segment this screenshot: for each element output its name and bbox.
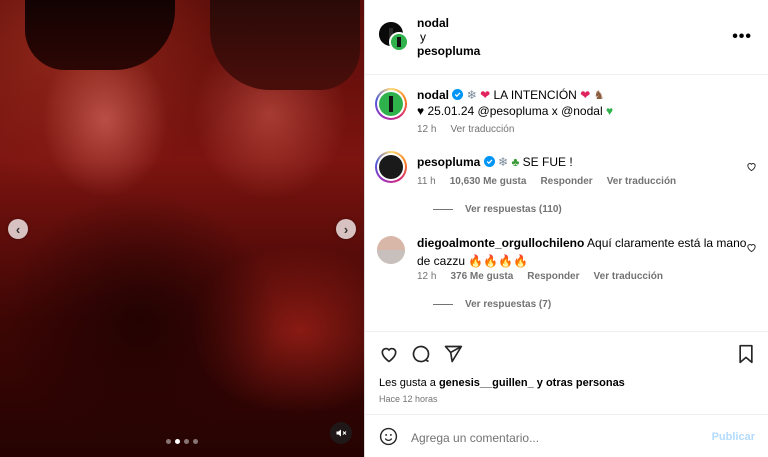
- fire-emoji-icon: 🔥🔥🔥🔥: [468, 254, 529, 268]
- like-heart-icon[interactable]: [379, 344, 399, 364]
- avatar-caption[interactable]: [375, 88, 407, 120]
- reply-button[interactable]: Responder: [540, 176, 592, 187]
- chevron-left-icon: ‹: [15, 221, 21, 237]
- carousel-indicator: [166, 439, 198, 444]
- author-joiner: y: [420, 30, 426, 44]
- post-details-panel: nodal y pesopluma ••• nodal ❄ ❤ LA INTEN…: [364, 0, 768, 457]
- green-heart-emoji-icon: ♥: [605, 104, 614, 118]
- view-replies-button[interactable]: Ver respuestas (7): [433, 299, 551, 310]
- comment-composer: Agrega un comentario... Publicar: [365, 414, 768, 457]
- carousel-prev-button[interactable]: ‹: [8, 219, 28, 239]
- comments-list[interactable]: nodal ❄ ❤ LA INTENCIÓN ❤ ♞ ♥ 25.01.24 @p…: [365, 76, 768, 331]
- likes-user-link[interactable]: genesis__guillen_: [439, 377, 534, 389]
- view-replies-label: Ver respuestas (110): [465, 204, 562, 215]
- like-comment-heart-icon[interactable]: [746, 242, 757, 253]
- share-icon[interactable]: [443, 344, 463, 364]
- photo-subject-left: [25, 0, 175, 70]
- snowflake-emoji-icon: ❄: [466, 88, 477, 102]
- verified-badge-icon: [452, 89, 464, 100]
- caption-line2: 25.01.24 @pesopluma x @nodal: [427, 104, 603, 118]
- post-comment-button[interactable]: Publicar: [712, 431, 755, 443]
- translate-link[interactable]: Ver traducción: [607, 176, 676, 187]
- reply-button[interactable]: Responder: [527, 271, 579, 282]
- comment-time[interactable]: 12 h: [417, 271, 436, 282]
- post-timestamp[interactable]: Hace 12 horas: [379, 394, 438, 404]
- comment-icon[interactable]: [411, 344, 431, 364]
- comment-username[interactable]: pesopluma: [417, 155, 480, 169]
- photo-subject-right: [210, 0, 360, 90]
- carousel-dot: [184, 439, 189, 444]
- caption-translate-link[interactable]: Ver traducción: [450, 124, 514, 135]
- heart-emoji-icon: ❤: [580, 88, 591, 102]
- more-options-icon[interactable]: •••: [732, 28, 752, 46]
- view-replies-label: Ver respuestas (7): [465, 299, 552, 310]
- likes-prefix: Les gusta a: [379, 377, 436, 389]
- like-comment-heart-icon[interactable]: [746, 161, 757, 172]
- replies-line: [433, 209, 453, 210]
- post-header: nodal y pesopluma •••: [365, 0, 768, 75]
- horse-emoji-icon: ♞: [593, 88, 605, 102]
- carousel-dot: [193, 439, 198, 444]
- view-replies-button[interactable]: Ver respuestas (110): [433, 204, 562, 215]
- translate-link[interactable]: Ver traducción: [594, 271, 663, 282]
- comment-username[interactable]: diegoalmonte_orgullochileno: [417, 236, 584, 250]
- action-bar: Les gusta a genesis__guillen_ y otras pe…: [365, 331, 768, 411]
- carousel-dot-active: [175, 439, 180, 444]
- cactus-emoji-icon: ♣: [511, 155, 520, 169]
- caption-time[interactable]: 12 h: [417, 124, 436, 135]
- heart-emoji-icon: ❤: [480, 88, 491, 102]
- avatar-pesopluma-comment[interactable]: [375, 151, 407, 183]
- snowflake-emoji-icon: ❄: [498, 155, 509, 169]
- save-bookmark-icon[interactable]: [737, 344, 755, 364]
- comment-likes[interactable]: 10,630 Me gusta: [450, 176, 527, 187]
- caption-username[interactable]: nodal: [417, 88, 449, 102]
- caption-title: LA INTENCIÓN: [493, 88, 577, 102]
- mute-icon: [336, 429, 347, 437]
- replies-line: [433, 304, 453, 305]
- carousel-dot: [166, 439, 171, 444]
- post-authors: nodal y pesopluma: [417, 16, 480, 58]
- mute-button[interactable]: [330, 422, 352, 444]
- comment-text: SE FUE !: [522, 155, 573, 169]
- avatar-pesopluma[interactable]: [389, 32, 409, 52]
- chevron-right-icon: ›: [343, 221, 349, 237]
- carousel-next-button[interactable]: ›: [336, 219, 356, 239]
- avatar-diegoalmonte[interactable]: [377, 236, 405, 264]
- comment-time[interactable]: 11 h: [417, 176, 436, 187]
- likes-summary: Les gusta a genesis__guillen_ y otras pe…: [379, 377, 625, 389]
- author-pesopluma-link[interactable]: pesopluma: [417, 44, 480, 58]
- likes-suffix[interactable]: y otras personas: [537, 377, 625, 389]
- author-nodal-link[interactable]: nodal: [417, 16, 480, 30]
- photo-shadow: [0, 170, 300, 457]
- post-media[interactable]: ‹ ›: [0, 0, 364, 457]
- comment-likes[interactable]: 376 Me gusta: [450, 271, 513, 282]
- comment-input[interactable]: Agrega un comentario...: [411, 431, 539, 445]
- emoji-icon[interactable]: [379, 427, 398, 446]
- verified-badge-icon: [483, 156, 495, 167]
- black-heart-emoji-icon: ♥: [417, 104, 425, 118]
